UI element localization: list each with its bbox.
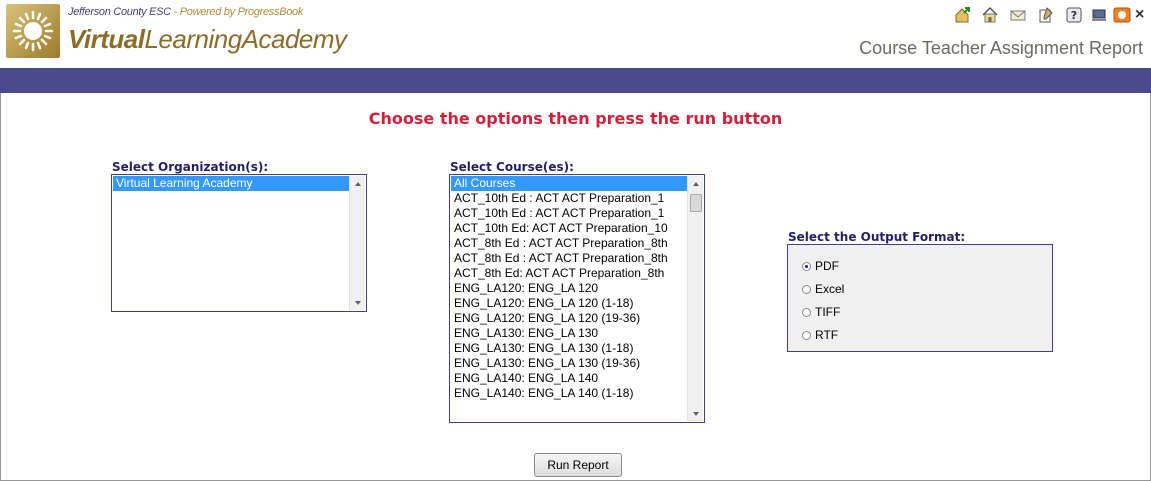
course-option[interactable]: ACT_10th Ed: ACT ACT Preparation_10 — [451, 221, 687, 236]
radio-icon[interactable] — [802, 284, 811, 294]
up-arrow-house-icon[interactable] — [951, 4, 973, 26]
organization-label: Select Organization(s): — [112, 160, 269, 174]
tagline-separator: - — [170, 6, 180, 18]
course-listbox[interactable]: All Courses ACT_10th Ed : ACT ACT Prepara… — [449, 174, 705, 423]
scroll-up-icon[interactable] — [350, 176, 365, 191]
format-option-label: PDF — [815, 259, 839, 273]
organization-scrollbar[interactable] — [349, 176, 365, 310]
course-option[interactable]: ENG_LA140: ENG_LA 140 (1-18) — [451, 386, 687, 401]
organization-items: Virtual Learning Academy — [113, 176, 349, 191]
nav-bar — [0, 68, 1151, 93]
sun-logo-icon — [6, 4, 60, 58]
org-name: Jefferson County ESC — [68, 6, 171, 18]
radio-icon[interactable] — [802, 307, 811, 317]
organization-listbox[interactable]: Virtual Learning Academy — [111, 174, 367, 312]
course-option[interactable]: ENG_LA120: ENG_LA 120 (19-36) — [451, 311, 687, 326]
radio-icon[interactable] — [802, 330, 811, 340]
scroll-thumb[interactable] — [690, 194, 702, 212]
course-option[interactable]: ACT_10th Ed : ACT ACT Preparation_1 — [451, 206, 687, 221]
course-option[interactable]: ENG_LA130: ENG_LA 130 — [451, 326, 687, 341]
course-option[interactable]: ACT_10th Ed : ACT ACT Preparation_1 — [451, 191, 687, 206]
home-icon[interactable] — [979, 4, 1001, 26]
output-format-label: Select the Output Format: — [788, 230, 966, 244]
help-icon[interactable]: ? — [1063, 4, 1085, 26]
brand-name: VirtualLearningAcademy — [68, 24, 347, 55]
course-option[interactable]: ACT_8th Ed : ACT ACT Preparation_8th — [451, 251, 687, 266]
course-option[interactable]: All Courses — [451, 176, 687, 191]
course-option[interactable]: ENG_LA130: ENG_LA 130 (1-18) — [451, 341, 687, 356]
course-option[interactable]: ACT_8th Ed: ACT ACT Preparation_8th — [451, 266, 687, 281]
format-option-label: RTF — [815, 328, 839, 342]
computer-icon[interactable] — [1089, 4, 1111, 26]
format-option-excel[interactable]: Excel — [802, 282, 844, 296]
format-option-tiff[interactable]: TIFF — [802, 305, 840, 319]
course-label: Select Course(es): — [450, 160, 574, 174]
scroll-down-icon[interactable] — [350, 295, 365, 310]
report-title: Course Teacher Assignment Report — [859, 38, 1143, 58]
course-option[interactable]: ENG_LA140: ENG_LA 140 — [451, 371, 687, 386]
organization-option[interactable]: Virtual Learning Academy — [113, 176, 349, 191]
course-items: All Courses ACT_10th Ed : ACT ACT Prepara… — [451, 176, 687, 401]
format-option-label: TIFF — [815, 305, 841, 319]
mail-icon[interactable] — [1007, 4, 1029, 26]
header: Jefferson County ESC - Powered by Progre… — [0, 0, 1151, 68]
output-format-box: PDF Excel TIFF RTF — [787, 244, 1053, 352]
powered-by-text: Powered by ProgressBook — [179, 6, 304, 18]
brand-name-bold: Virtual — [68, 24, 145, 54]
format-option-pdf[interactable]: PDF — [802, 259, 839, 273]
course-option[interactable]: ENG_LA120: ENG_LA 120 — [451, 281, 687, 296]
orange-app-icon[interactable] — [1111, 4, 1133, 26]
scroll-down-icon[interactable] — [688, 406, 703, 421]
svg-text:?: ? — [1071, 9, 1077, 22]
radio-icon[interactable] — [802, 261, 811, 271]
course-scrollbar[interactable] — [687, 176, 703, 421]
toolbar-icons: ? × — [945, 4, 1147, 26]
document-edit-icon[interactable] — [1035, 4, 1057, 26]
instruction-text: Choose the options then press the run bu… — [368, 109, 783, 128]
close-icon[interactable]: × — [1135, 6, 1147, 24]
course-option[interactable]: ENG_LA120: ENG_LA 120 (1-18) — [451, 296, 687, 311]
scroll-up-icon[interactable] — [688, 176, 703, 191]
brand-name-light: LearningAcademy — [144, 24, 347, 54]
format-option-label: Excel — [815, 282, 845, 296]
course-option[interactable]: ACT_8th Ed : ACT ACT Preparation_8th — [451, 236, 687, 251]
org-tagline: Jefferson County ESC - Powered by Progre… — [68, 6, 303, 18]
course-option[interactable]: ENG_LA130: ENG_LA 130 (19-36) — [451, 356, 687, 371]
run-report-button[interactable]: Run Report — [534, 453, 622, 477]
format-option-rtf[interactable]: RTF — [802, 328, 838, 342]
